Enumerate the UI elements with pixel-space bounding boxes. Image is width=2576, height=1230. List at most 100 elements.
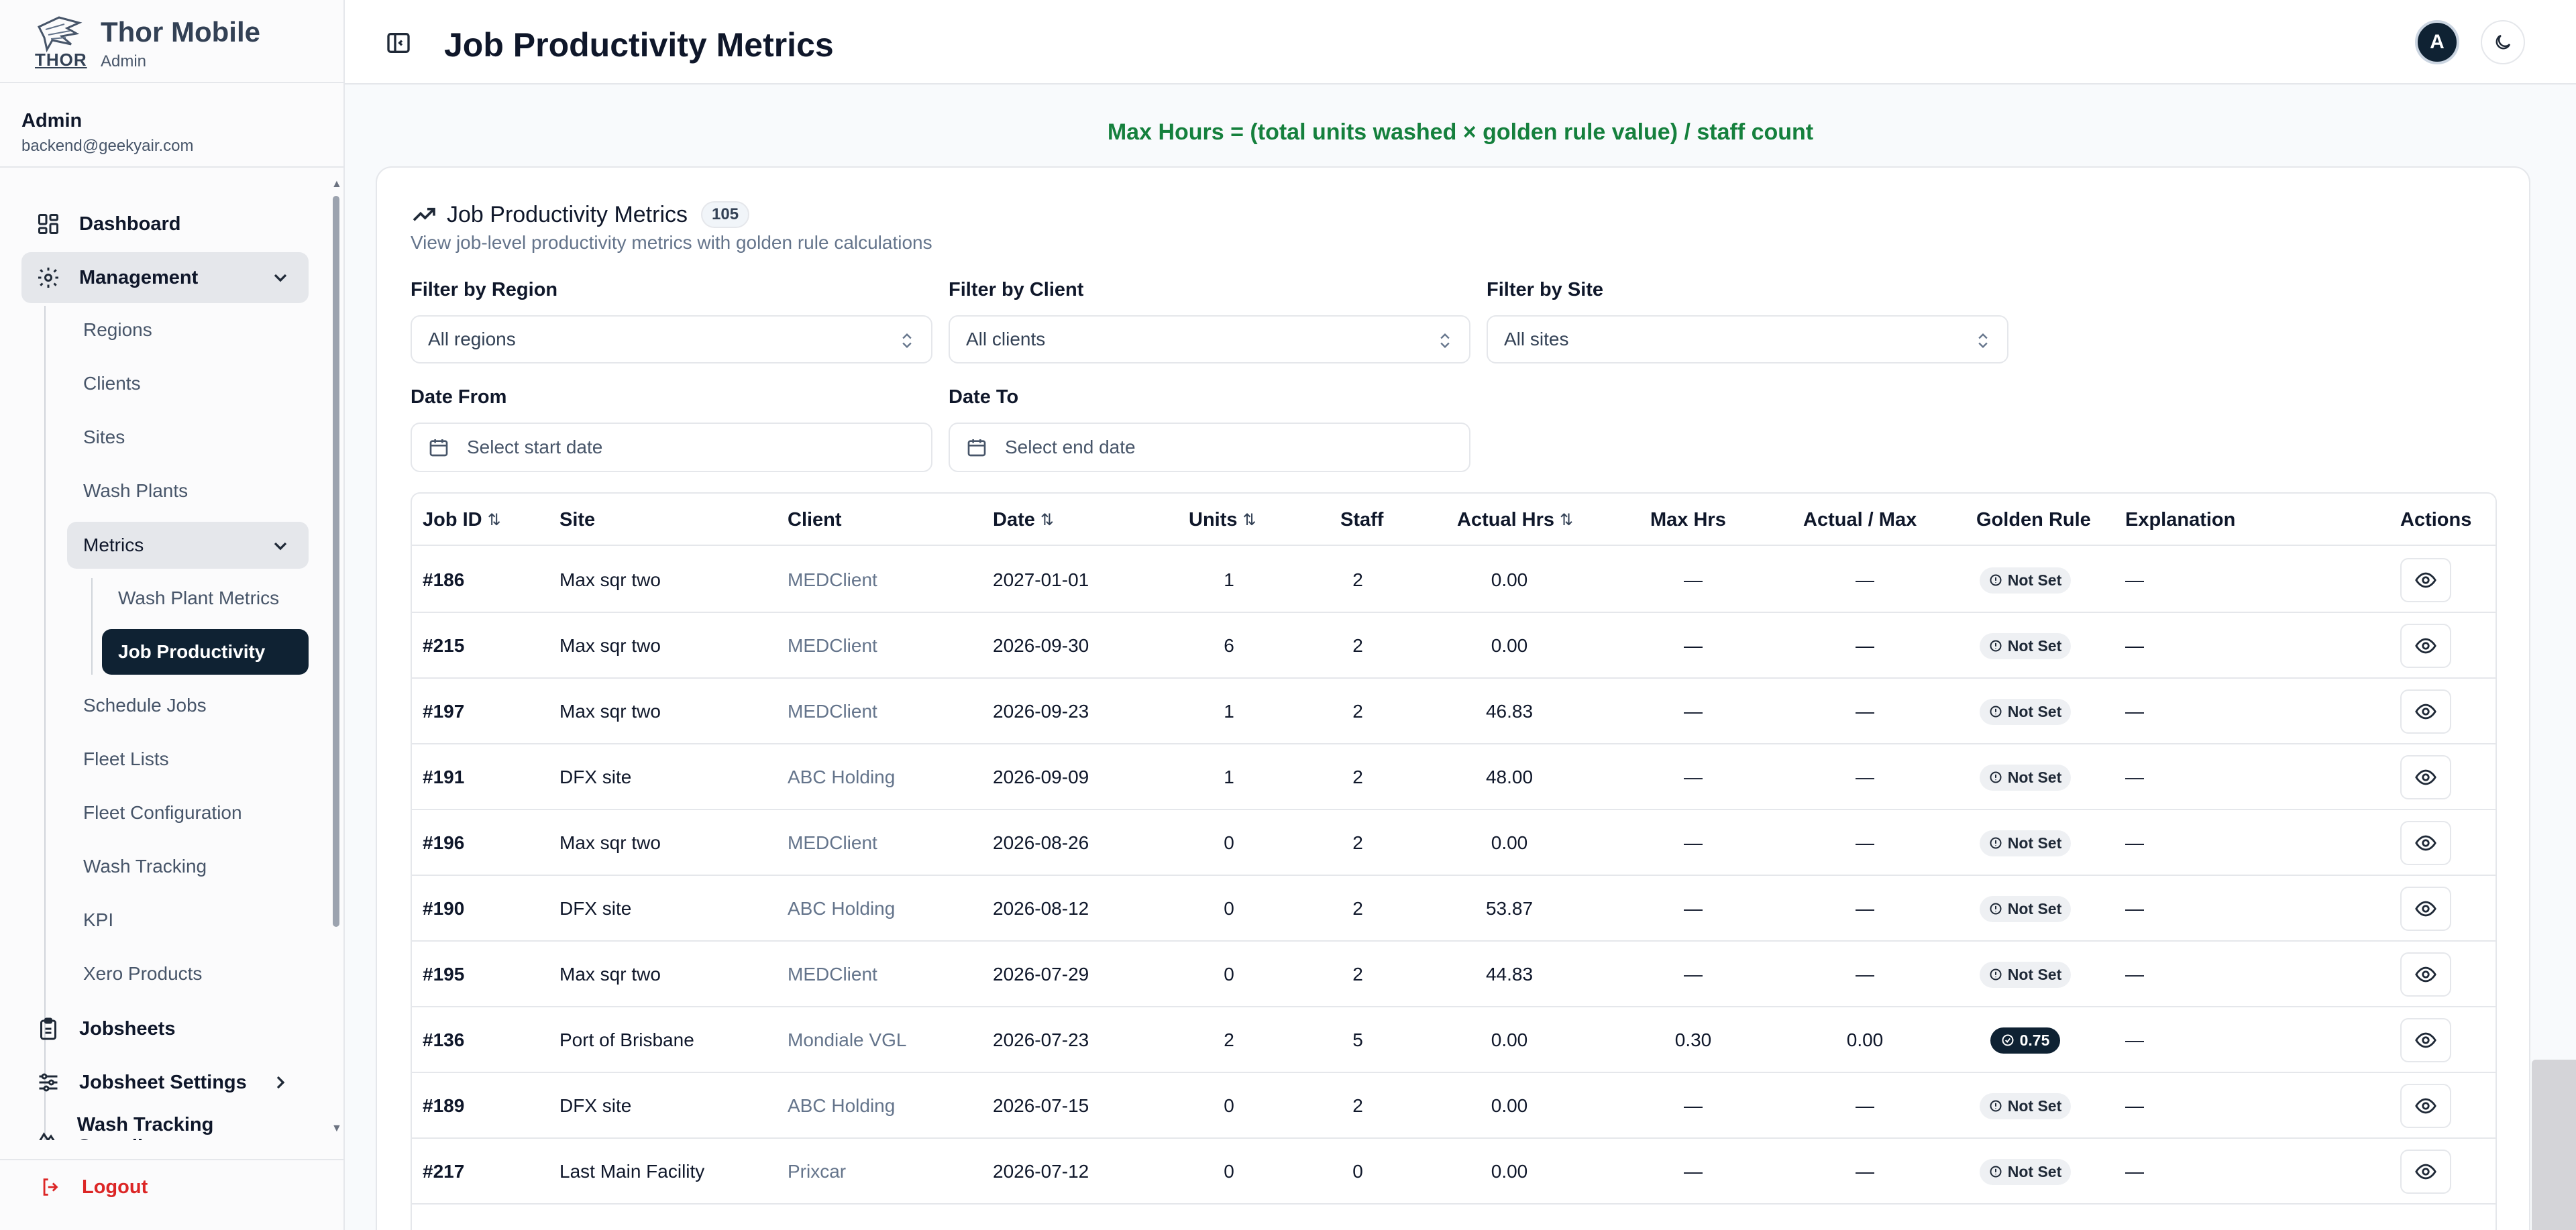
view-button[interactable] [2400,821,2451,865]
logout-button[interactable]: Logout [38,1174,148,1200]
table-row[interactable]: #191 DFX site ABC Holding 2026-09-09 1 2 48.00… [412,744,2496,810]
filter-site-label: Filter by Site [1487,279,1604,300]
table-row[interactable]: #217 Last Main Facility Prixcar 2026-07-12 0… [412,1139,2496,1205]
client-select[interactable]: All clients [949,315,1470,364]
cell-client: Prixcar [788,1161,847,1182]
sidebar-item-fleet-lists[interactable]: Fleet Lists [67,738,169,781]
card-title: Job Productivity Metrics [447,201,688,227]
view-button[interactable] [2400,1018,2451,1062]
not-set-badge: Not Set [1979,632,2072,659]
sidebar-item-jobsheet-settings[interactable]: Jobsheet Settings [21,1057,309,1108]
cell-job-id: #191 [423,767,465,787]
cell-explanation: — [2125,701,2144,722]
view-button[interactable] [2400,558,2451,602]
table-row[interactable]: #195 Max sqr two MEDClient 2026-07-29 0 2 44.8… [412,942,2496,1007]
col-label: Explanation [2125,508,2236,530]
sidebar-item-kpi[interactable]: KPI [67,899,113,942]
view-button[interactable] [2400,689,2451,734]
sidebar-item-sites[interactable]: Sites [67,416,125,459]
cell-actual-max: — [1856,832,1874,853]
cell-staff: 2 [1352,767,1363,787]
eye-icon [2415,1032,2436,1048]
col-actual-hrs[interactable]: Actual Hrs ⇅ [1457,494,1573,546]
col-job-id[interactable]: Job ID ⇅ [423,494,501,546]
sidebar-scrollbar-thumb[interactable] [333,196,339,927]
sidebar-item-metrics[interactable]: Metrics [67,522,309,569]
sidebar-item-wash-tracking-compliance[interactable]: Wash Tracking Compliance [21,1111,309,1140]
table-row[interactable]: #190 DFX site ABC Holding 2026-08-12 0 2 53.87… [412,876,2496,942]
table-row[interactable]: #196 Max sqr two MEDClient 2026-08-26 0 2 0.00… [412,810,2496,876]
col-units[interactable]: Units ⇅ [1189,494,1256,546]
logo-text: THOR [35,50,87,70]
cell-units: 0 [1224,964,1234,985]
user-info: Admin backend@geekyair.com [0,85,343,168]
cell-client: MEDClient [788,569,877,590]
table-row[interactable]: #197 Max sqr two MEDClient 2026-09-23 1 2 46.8… [412,679,2496,744]
cell-units: 1 [1224,767,1234,787]
cell-actual-hrs: 53.87 [1485,898,1534,919]
sidebar-toggle-icon[interactable] [385,30,412,56]
sidebar-item-label: Management [79,266,199,288]
info-circle-icon [1990,1100,2002,1112]
cell-job-id: #189 [423,1095,465,1116]
region-select[interactable]: All regions [411,315,932,364]
view-button[interactable] [2400,1150,2451,1194]
sidebar-item-jobsheets[interactable]: Jobsheets [21,1003,309,1054]
view-button[interactable] [2400,624,2451,668]
sidebar-item-clients[interactable]: Clients [67,362,141,405]
theme-toggle-button[interactable] [2481,20,2525,64]
clipboard-icon [35,1015,62,1042]
cell-date: 2026-08-26 [993,832,1089,853]
dashboard-icon [35,211,62,237]
cell-actual-hrs: 0.00 [1491,1095,1528,1116]
brand-header[interactable]: THOR Thor Mobile Admin [0,0,343,83]
sidebar-item-schedule-jobs[interactable]: Schedule Jobs [67,684,207,727]
sort-icon: ⇅ [1560,510,1574,529]
sidebar-item-xero-products[interactable]: Xero Products [67,952,202,995]
cell-max-hrs: — [1684,569,1703,590]
cell-actions [2400,942,2451,1007]
sidebar-item-wash-tracking[interactable]: Wash Tracking [67,845,207,888]
date-from-input[interactable]: Select start date [411,423,932,472]
cell-actual-hrs: 0.00 [1491,569,1528,590]
scroll-up-arrow[interactable]: ▲ [331,178,342,190]
view-button[interactable] [2400,1084,2451,1128]
view-button[interactable] [2400,887,2451,931]
info-circle-icon [1990,574,2002,586]
sidebar-item-fleet-configuration[interactable]: Fleet Configuration [67,791,242,834]
table-row[interactable]: #186 Max sqr two MEDClient 2027-01-01 1 2 0.00… [412,547,2496,613]
table-row[interactable]: #136 Port of Brisbane Mondiale VGL 2026-07-… [412,1007,2496,1073]
sidebar-item-dashboard[interactable]: Dashboard [21,199,309,249]
view-button[interactable] [2400,952,2451,997]
cell-job-id: #197 [423,701,465,722]
cell-explanation: — [2125,569,2144,590]
col-site: Site [559,494,595,546]
view-button[interactable] [2400,755,2451,799]
sidebar-item-wash-plant-metrics[interactable]: Wash Plant Metrics [102,577,279,620]
cell-job-id: #196 [423,832,465,853]
cell-max-hrs: — [1684,635,1703,656]
sidebar-item-wash-plants[interactable]: Wash Plants [67,469,188,512]
cell-job-id: #215 [423,635,465,656]
sort-icon: ⇅ [1242,510,1256,529]
sidebar-item-management[interactable]: Management [21,252,309,303]
table-row[interactable]: #215 Max sqr two MEDClient 2026-09-30 6 2 0.00… [412,613,2496,679]
date-to-input[interactable]: Select end date [949,423,1470,472]
table-row[interactable]: #189 DFX site ABC Holding 2026-07-15 0 2 0.00 —… [412,1073,2496,1139]
page-scrollbar-thumb[interactable] [2532,1060,2576,1230]
cell-date: 2026-09-30 [993,635,1089,656]
site-select[interactable]: All sites [1487,315,2008,364]
sidebar-item-job-productivity[interactable]: Job Productivity [102,629,309,675]
sidebar-item-regions[interactable]: Regions [67,309,152,351]
col-date[interactable]: Date ⇅ [993,494,1054,546]
avatar[interactable]: A [2415,20,2459,64]
badge-label: Not Set [2007,571,2062,589]
scroll-down-arrow[interactable]: ▼ [331,1123,342,1135]
eye-icon [2415,1098,2436,1114]
not-set-badge: Not Set [1979,1158,2072,1185]
chevron-down-icon [274,542,287,551]
cell-actual-max: — [1856,767,1874,787]
cell-max-hrs: 0.30 [1674,1029,1712,1050]
cell-actual-hrs: 0.00 [1491,832,1528,853]
info-circle-icon [1990,640,2002,652]
